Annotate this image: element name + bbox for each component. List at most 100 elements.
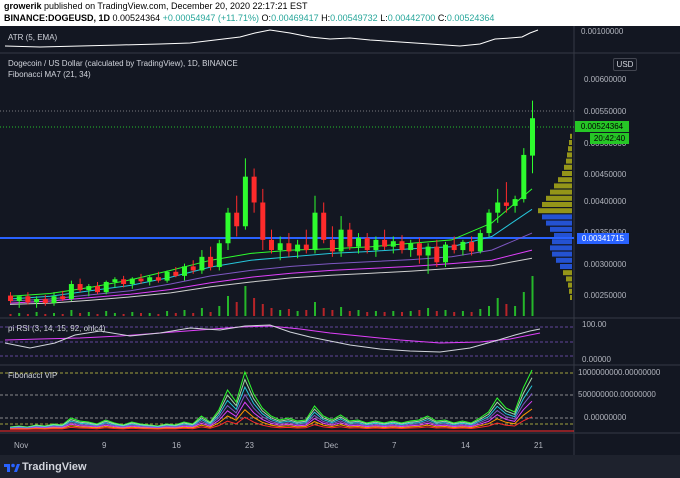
poc-price-badge: 0.00341715 (577, 233, 629, 244)
candle-body (425, 246, 431, 256)
candle-body (234, 212, 240, 227)
candle-body (303, 244, 309, 251)
volume-bar (314, 302, 316, 316)
price-label-250: 0.00250000 (584, 291, 627, 300)
volume-bar (148, 313, 151, 316)
candle-body (503, 202, 509, 206)
time-label-21: 21 (534, 441, 543, 450)
profile-bar (570, 295, 572, 300)
volume-bar (374, 311, 377, 316)
volume-bar (453, 312, 456, 316)
candle-body (347, 229, 353, 247)
candle-body (408, 243, 414, 251)
volume-bar (79, 313, 82, 316)
price-label-400: 0.00400000 (584, 197, 627, 206)
candle-body (286, 243, 292, 252)
candle-body (95, 286, 100, 293)
candle-body (225, 212, 231, 244)
candle-body (269, 239, 274, 251)
volume-bar (461, 311, 464, 316)
volume-bar (105, 311, 108, 316)
candle-body (8, 295, 13, 302)
profile-bar (556, 257, 572, 263)
profile-bar (542, 214, 572, 220)
volume-bar (35, 312, 38, 316)
profile-bar (550, 189, 572, 195)
candle-body (260, 202, 266, 240)
volume-bar (140, 313, 142, 316)
vip-axis-bottom: 0.00000000 (584, 413, 627, 422)
volume-bars (9, 276, 534, 316)
volume-bar (87, 312, 90, 316)
profile-bar (550, 245, 572, 251)
profile-bar (570, 133, 572, 139)
volume-bar (514, 306, 517, 316)
candle-body (416, 243, 422, 256)
candle-body (25, 296, 31, 303)
price-label-550: 0.00550000 (584, 107, 627, 116)
candle-body (312, 212, 318, 251)
volume-bar (279, 310, 282, 316)
candle-body (469, 241, 475, 252)
time-label-9: 9 (102, 441, 107, 450)
currency-button[interactable]: USD (613, 58, 637, 71)
volume-bar (218, 306, 221, 316)
volume-bar (435, 311, 438, 316)
candle-body (147, 277, 153, 282)
candle-body (155, 277, 161, 281)
price-label-450: 0.00450000 (584, 170, 627, 179)
volume-bar (322, 308, 325, 316)
volume-bar (209, 312, 212, 316)
candle-body (329, 239, 335, 252)
time-label-dec: Dec (324, 441, 339, 450)
candle-body (190, 266, 196, 271)
profile-bar (569, 140, 572, 145)
volume-bar (305, 310, 308, 316)
candle-body (68, 284, 74, 299)
profile-bar (562, 171, 572, 176)
profile-bar (538, 208, 572, 214)
volume-bar (53, 313, 55, 316)
profile-bar (567, 152, 572, 158)
volume-bar (166, 311, 169, 316)
volume-bar (383, 312, 386, 316)
tradingview-snapshot: growerik published on TradingView.com, D… (0, 0, 680, 478)
candle-body (477, 233, 483, 252)
rsi-panel-label: pi RSI (3, 14, 15, 92, ohlc4) (8, 324, 106, 333)
volume-bar (409, 311, 412, 316)
candle-body (495, 202, 501, 213)
candle-body (382, 239, 388, 247)
volume-bar (340, 307, 343, 316)
candle-body (208, 256, 214, 268)
volume-bar (366, 312, 369, 316)
candle-body (530, 118, 535, 156)
candle-body (390, 241, 396, 247)
volume-bar (235, 302, 238, 316)
volume-bar (401, 312, 403, 316)
candle-body (129, 278, 135, 285)
candle-body (242, 176, 248, 227)
candle-body (16, 296, 22, 302)
vip-line (9, 369, 533, 428)
volume-bar (470, 312, 473, 316)
profile-bar (568, 146, 572, 152)
profile-bar (564, 164, 572, 170)
rsi-axis-top: 100.00 (582, 320, 607, 329)
countdown-badge: 20:42:40 (590, 133, 629, 144)
candle-body (521, 154, 527, 200)
volume-bar (253, 298, 256, 316)
candle-body (443, 244, 448, 263)
volume-bar (444, 310, 447, 316)
candle-body (34, 298, 40, 303)
volume-bar (261, 304, 264, 316)
profile-bar (554, 233, 572, 238)
profile-bar (550, 226, 572, 232)
candle-body (182, 266, 187, 276)
candle-body (138, 278, 144, 282)
vip-axis-top: 1000000000.00000000 (578, 368, 661, 377)
candlesticks (8, 100, 535, 308)
volume-bar (18, 313, 21, 316)
volume-bar (522, 292, 525, 316)
volume-bar (192, 313, 195, 316)
ma-indicator-label: Fibonacci MA7 (21, 34) (8, 70, 91, 79)
